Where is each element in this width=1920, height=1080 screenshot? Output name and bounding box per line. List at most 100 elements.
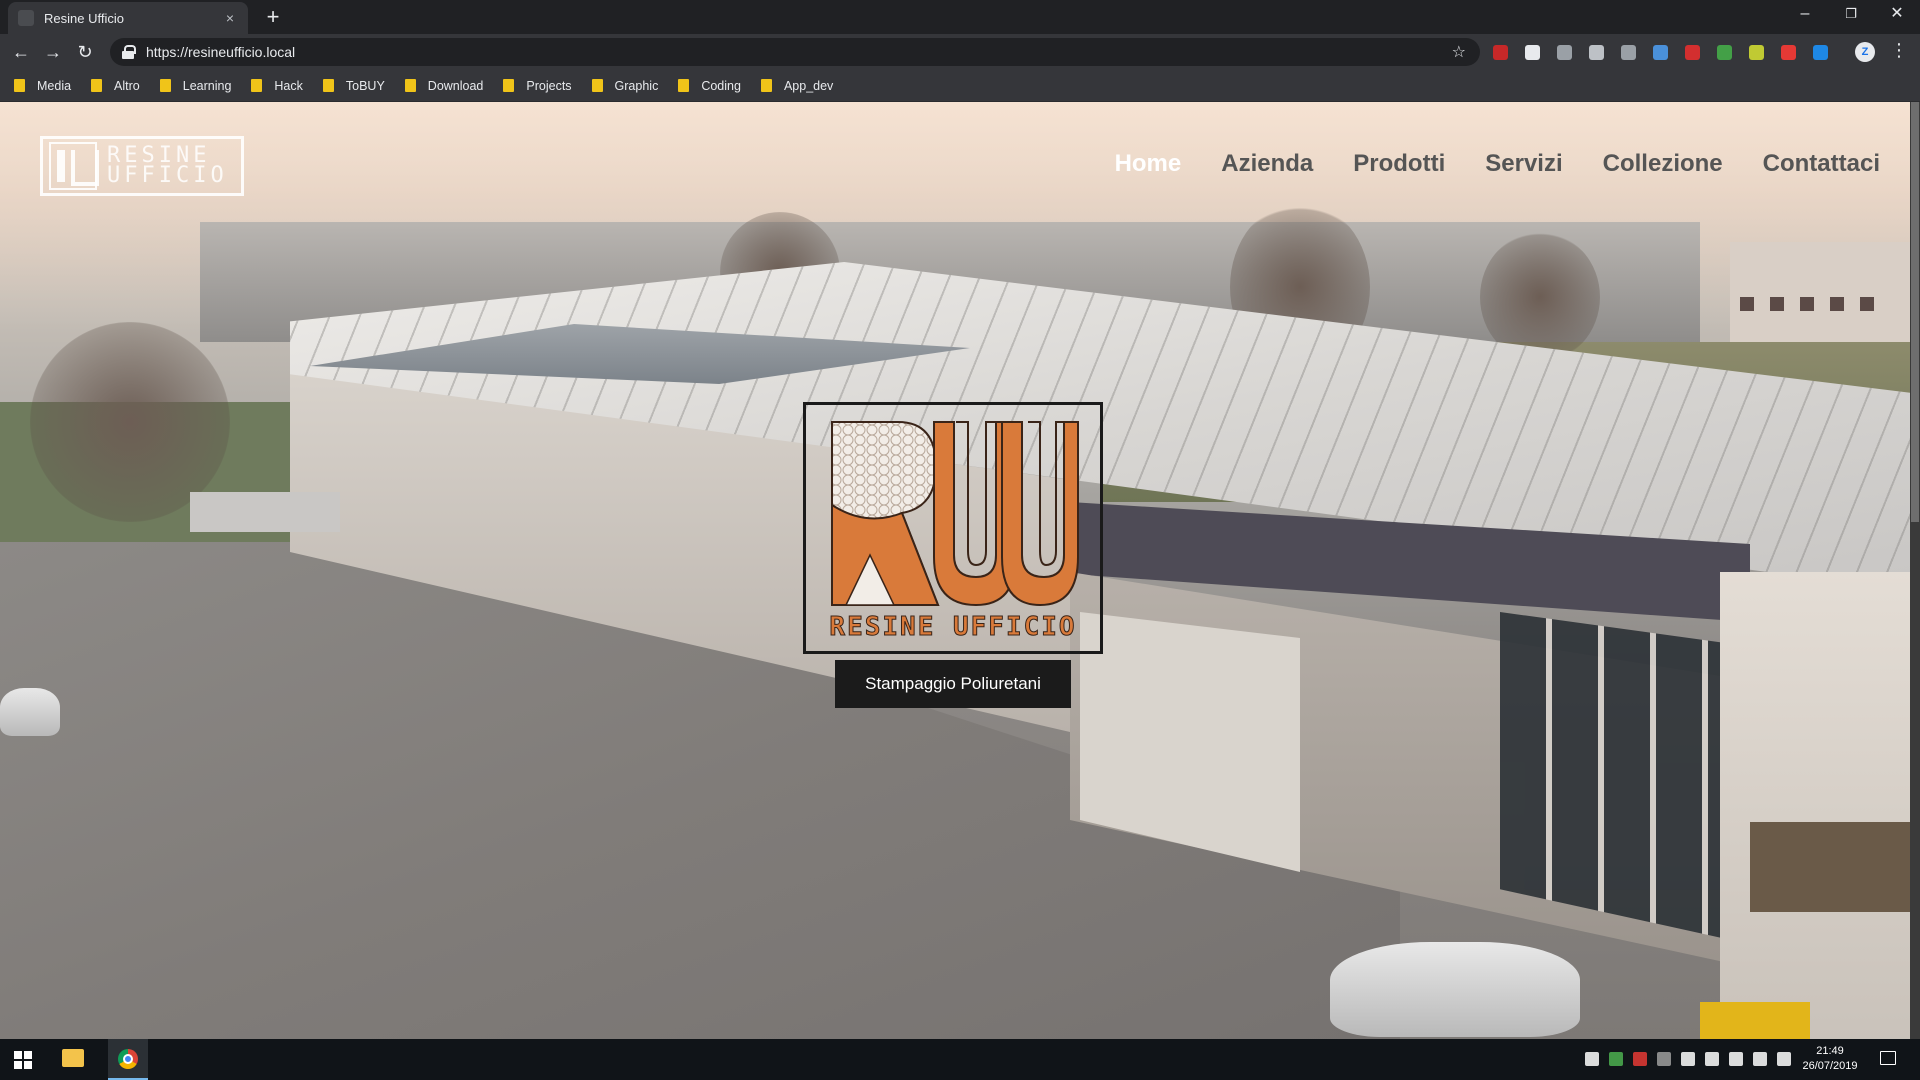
- reload-button[interactable]: ↻: [72, 39, 98, 65]
- folder-icon: [404, 79, 416, 92]
- bookmark-item[interactable]: Altro: [91, 79, 140, 93]
- page-scrollbar[interactable]: [1910, 102, 1920, 1039]
- brand-logo-card: RESINE UFFICIO: [803, 402, 1103, 654]
- tray-icon[interactable]: [1633, 1052, 1647, 1066]
- nav-link-azienda[interactable]: Azienda: [1221, 150, 1313, 178]
- logo-text: RESINE UFFICIO: [107, 145, 228, 188]
- folder-icon: [159, 79, 171, 92]
- file-explorer-icon[interactable]: [62, 1049, 84, 1067]
- tagline: Stampaggio Poliuretani: [835, 660, 1071, 708]
- tray-icon[interactable]: [1585, 1052, 1599, 1066]
- folder-icon: [760, 79, 772, 92]
- extension-icon[interactable]: [1717, 45, 1732, 60]
- browser-tab-active[interactable]: Resine Ufficio ×: [8, 2, 248, 34]
- lock-icon: [122, 45, 136, 59]
- tray-icon[interactable]: [1753, 1052, 1767, 1066]
- brand-name-text: RESINE UFFICIO: [829, 612, 1076, 642]
- bookmark-star-icon[interactable]: ☆: [1452, 42, 1466, 62]
- bookmark-item[interactable]: App_dev: [760, 79, 833, 93]
- bookmark-item[interactable]: Learning: [159, 78, 232, 93]
- nav-link-contattaci[interactable]: Contattaci: [1763, 150, 1880, 178]
- tab-title: Resine Ufficio: [44, 10, 124, 26]
- chrome-icon: [118, 1049, 138, 1069]
- main-navigation: Home Azienda Prodotti Servizi Collezione Cont…: [1075, 150, 1880, 178]
- parked-truck: [190, 492, 340, 532]
- close-window-button[interactable]: ✕: [1874, 0, 1920, 30]
- windows-start-icon[interactable]: [14, 1051, 32, 1069]
- nav-link-servizi[interactable]: Servizi: [1485, 150, 1562, 178]
- parked-car: [1330, 942, 1580, 1037]
- web-page: RESINE UFFICIO Home Azienda Prodotti Serviz…: [0, 102, 1920, 1039]
- building-window: [1740, 297, 1754, 311]
- bookmark-label: Graphic: [614, 78, 659, 93]
- taskbar-chrome-button[interactable]: [108, 1039, 148, 1080]
- tray-icon[interactable]: [1705, 1052, 1719, 1066]
- extension-icon[interactable]: [1653, 45, 1668, 60]
- new-tab-button[interactable]: +: [260, 5, 286, 31]
- annex-window: [1750, 822, 1910, 912]
- building-window: [1800, 297, 1814, 311]
- forward-button[interactable]: →: [40, 39, 66, 65]
- tray-icon[interactable]: [1681, 1052, 1695, 1066]
- tray-icon[interactable]: [1609, 1052, 1623, 1066]
- tray-icon[interactable]: [1657, 1052, 1671, 1066]
- bookmark-label: Coding: [701, 78, 741, 93]
- building-annex: [1720, 572, 1920, 1039]
- bookmark-label: Learning: [182, 78, 232, 93]
- bookmark-item[interactable]: Projects: [503, 79, 572, 93]
- bookmark-item[interactable]: Hack: [251, 78, 303, 93]
- browser-tab-strip: Resine Ufficio × + – ❐ ✕: [0, 0, 1920, 34]
- extension-icon[interactable]: [1621, 45, 1636, 60]
- folder-icon: [91, 79, 103, 92]
- bookmark-label: Altro: [114, 78, 140, 93]
- bookmark-item[interactable]: Media: [14, 79, 71, 93]
- taskbar-clock[interactable]: 21:49 26/07/2019: [1795, 1044, 1865, 1074]
- folder-icon: [322, 79, 334, 92]
- site-logo[interactable]: RESINE UFFICIO: [40, 136, 244, 196]
- folder-icon: [678, 79, 690, 92]
- parked-car: [0, 688, 60, 736]
- extension-icon[interactable]: [1749, 45, 1764, 60]
- yellow-rack: [1700, 1002, 1810, 1039]
- nav-link-home[interactable]: Home: [1115, 150, 1182, 178]
- bookmarks-bar: Media Altro Learning Hack ToBUY Download Proje…: [0, 70, 1920, 102]
- bookmark-item[interactable]: Graphic: [591, 78, 659, 93]
- browser-toolbar: ← → ↻ https://resineufficio.local ☆ Z ⋮: [0, 34, 1920, 70]
- logo-mark-icon: [49, 142, 99, 190]
- notification-center-icon[interactable]: [1880, 1051, 1896, 1065]
- building-window: [1860, 297, 1874, 311]
- bookmark-item[interactable]: ToBUY: [322, 79, 385, 93]
- windows-taskbar: 21:49 26/07/2019: [0, 1039, 1920, 1080]
- profile-avatar[interactable]: Z: [1855, 42, 1875, 62]
- extension-icon[interactable]: [1589, 45, 1604, 60]
- tab-close-icon[interactable]: ×: [222, 10, 238, 26]
- glass-facade: [1500, 612, 1740, 942]
- bookmark-label: Download: [427, 78, 484, 93]
- logo-line-2: UFFICIO: [107, 163, 228, 188]
- extension-icon[interactable]: [1813, 45, 1828, 60]
- tray-icon[interactable]: [1729, 1052, 1743, 1066]
- extension-icon[interactable]: [1493, 45, 1508, 60]
- nav-link-prodotti[interactable]: Prodotti: [1353, 150, 1445, 178]
- address-url[interactable]: https://resineufficio.local: [146, 44, 295, 60]
- extension-icon[interactable]: [1557, 45, 1572, 60]
- address-bar[interactable]: https://resineufficio.local ☆: [110, 38, 1480, 66]
- bookmark-label: Hack: [274, 78, 303, 93]
- bookmark-label: Media: [37, 78, 72, 93]
- folder-icon: [503, 79, 515, 92]
- extension-icon[interactable]: [1525, 45, 1540, 60]
- favicon-icon: [18, 10, 34, 26]
- tray-icon[interactable]: [1777, 1052, 1791, 1066]
- restore-button[interactable]: ❐: [1828, 0, 1874, 30]
- browser-menu-button[interactable]: ⋮: [1890, 40, 1908, 61]
- nav-link-collezione[interactable]: Collezione: [1603, 150, 1723, 178]
- bookmark-item[interactable]: Download: [404, 78, 484, 93]
- bookmark-item[interactable]: Coding: [678, 79, 741, 93]
- folder-icon: [14, 79, 25, 92]
- minimize-button[interactable]: –: [1782, 0, 1828, 30]
- extension-icon[interactable]: [1781, 45, 1796, 60]
- back-button[interactable]: ←: [8, 39, 34, 65]
- scrollbar-thumb[interactable]: [1911, 102, 1919, 522]
- building-window: [1830, 297, 1844, 311]
- extension-icon[interactable]: [1685, 45, 1700, 60]
